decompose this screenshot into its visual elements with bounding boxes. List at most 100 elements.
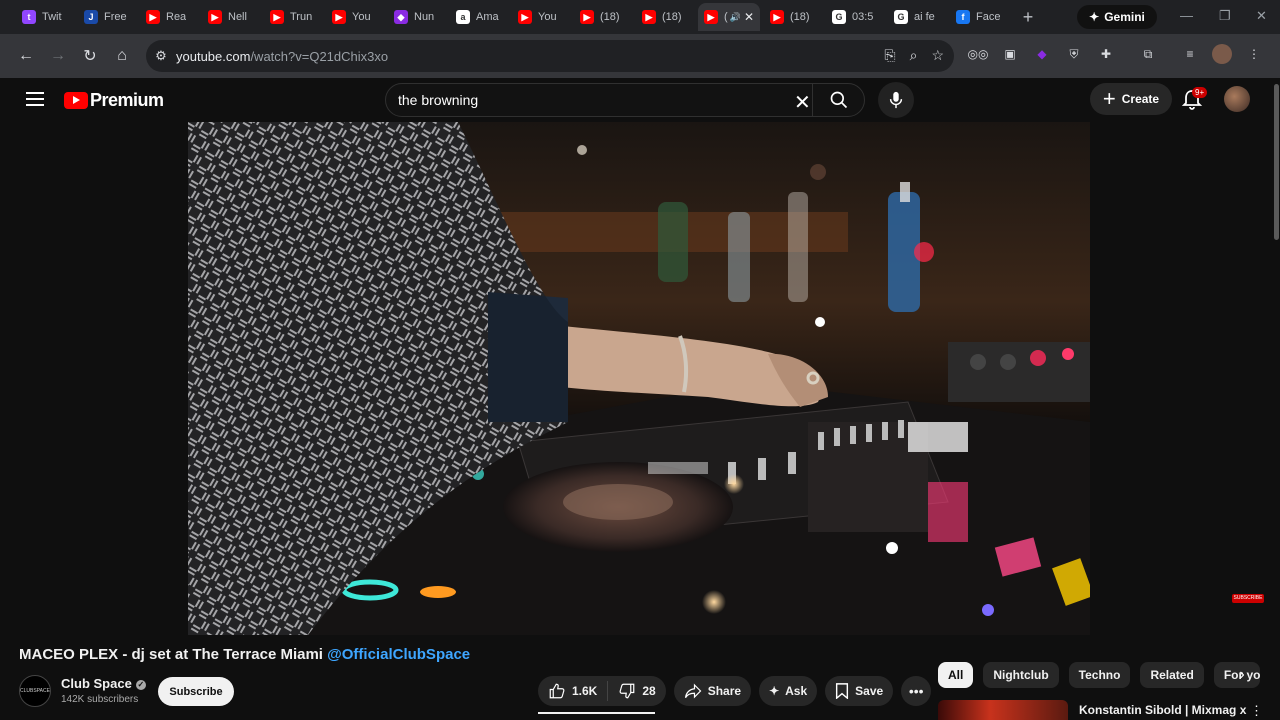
- browser-tab[interactable]: ▶ You: [512, 3, 570, 31]
- youtube-masthead: Premium ✕ + Create 9+: [0, 78, 1280, 122]
- recommended-video-thumbnail[interactable]: [938, 700, 1068, 720]
- create-label: Create: [1121, 92, 1160, 106]
- purple-extension-icon[interactable]: ◆: [1032, 44, 1052, 64]
- puzzle-extensions-icon[interactable]: ✚: [1096, 44, 1116, 64]
- tab-title: Ama: [476, 11, 499, 23]
- dislike-button[interactable]: 28: [608, 676, 665, 706]
- page-scrollbar[interactable]: [1274, 84, 1279, 240]
- camera-extension-icon[interactable]: ▣: [1000, 44, 1020, 64]
- ask-label: Ask: [785, 684, 808, 698]
- channel-name-link[interactable]: Club Space ✓: [61, 676, 146, 691]
- browser-tab[interactable]: ▶ You: [326, 3, 384, 31]
- restore-icon[interactable]: ❐: [1219, 8, 1231, 24]
- filter-chip[interactable]: All: [938, 662, 974, 688]
- hamburger-menu-icon[interactable]: [26, 92, 44, 110]
- shield-extension-icon[interactable]: ⛨: [1064, 44, 1084, 64]
- recommended-video-title[interactable]: Konstantin Sibold | Mixmag x: [1079, 703, 1246, 717]
- facebook-icon: f: [956, 10, 970, 24]
- browser-tab[interactable]: ▶ (18): [764, 3, 822, 31]
- search-button[interactable]: [812, 84, 864, 116]
- tab-title: You: [352, 11, 371, 23]
- browser-tab[interactable]: t Twit: [16, 3, 74, 31]
- tab-title: Rea: [166, 11, 187, 23]
- close-tab-icon[interactable]: ✕: [744, 10, 754, 24]
- media-control-icon[interactable]: ≡: [1180, 44, 1200, 64]
- share-button[interactable]: Share: [673, 676, 752, 706]
- filter-chips: All Nightclub Techno Related For yo: [938, 662, 1260, 688]
- youtube-icon: ▶: [146, 10, 160, 24]
- youtube-premium-logo[interactable]: Premium: [64, 90, 164, 111]
- chevron-right-icon[interactable]: ›: [1232, 664, 1252, 686]
- install-app-icon[interactable]: ⎘: [884, 47, 895, 64]
- filter-chip[interactable]: Techno: [1068, 662, 1131, 688]
- back-arrow-icon[interactable]: ←: [10, 40, 42, 72]
- video-player[interactable]: [188, 122, 1090, 635]
- recommended-more-icon[interactable]: ⋮: [1250, 703, 1263, 719]
- filter-chip[interactable]: Nightclub: [983, 662, 1059, 688]
- browser-tab[interactable]: ▶ (🔊 ✕: [698, 3, 760, 31]
- channel-handle-link[interactable]: @OfficialClubSpace: [327, 646, 470, 663]
- like-progress-indicator: [538, 712, 655, 714]
- browser-tab[interactable]: ▶ Trun: [264, 3, 322, 31]
- address-bar[interactable]: ⚙ youtube.com/watch?v=Q21dChix3xo ⎘ ⌕ ☆: [146, 40, 954, 72]
- subscribe-watermark[interactable]: SUBSCRIBE: [1232, 594, 1264, 603]
- create-button[interactable]: + Create: [1090, 83, 1172, 115]
- account-avatar[interactable]: [1224, 86, 1250, 112]
- tab-title: (18): [600, 11, 620, 23]
- like-count: 1.6K: [572, 684, 598, 698]
- close-window-icon[interactable]: ✕: [1256, 8, 1267, 24]
- minimize-icon[interactable]: —: [1180, 8, 1193, 23]
- filter-chip[interactable]: Related: [1140, 662, 1204, 688]
- gemini-icon: ✦: [1089, 10, 1100, 24]
- google-icon: G: [894, 10, 908, 24]
- youtube-icon: ▶: [704, 10, 718, 24]
- forward-arrow-icon[interactable]: →: [42, 40, 74, 72]
- tab-title: Nun: [414, 11, 435, 23]
- browser-tab[interactable]: J Free: [78, 3, 136, 31]
- amazon-icon: a: [456, 10, 470, 24]
- browser-tab[interactable]: ▶ (18): [574, 3, 632, 31]
- sparkle-icon: ✦: [769, 684, 780, 698]
- glasses-extension-icon[interactable]: ◎◎: [968, 44, 989, 64]
- search-input[interactable]: [386, 92, 776, 108]
- subscriber-count: 142K subscribers: [61, 694, 139, 705]
- google-icon: G: [832, 10, 846, 24]
- like-button[interactable]: 1.6K: [538, 676, 607, 706]
- reload-icon[interactable]: ↻: [74, 40, 106, 72]
- gemini-button[interactable]: ✦ Gemini: [1077, 5, 1157, 29]
- browser-tab[interactable]: ◆ Nun: [388, 3, 446, 31]
- youtube-icon: ▶: [270, 10, 284, 24]
- profile-avatar-icon[interactable]: [1212, 44, 1232, 64]
- subscribe-button[interactable]: Subscribe: [158, 677, 234, 706]
- bookmark-star-icon[interactable]: ☆: [931, 47, 944, 64]
- ask-button[interactable]: ✦ Ask: [759, 676, 818, 706]
- more-actions-icon[interactable]: •••: [901, 676, 932, 706]
- new-tab-icon[interactable]: +: [1016, 5, 1040, 29]
- browser-menu-icon[interactable]: ⋮: [1244, 44, 1264, 64]
- voice-search-button[interactable]: [878, 82, 914, 118]
- site-info-icon[interactable]: ⚙: [146, 48, 176, 64]
- browser-tab[interactable]: G 03:5: [826, 3, 884, 31]
- j-icon: J: [84, 10, 98, 24]
- browser-tab[interactable]: Gai fe: [888, 3, 946, 31]
- save-button[interactable]: Save: [825, 676, 894, 706]
- microphone-icon: [889, 91, 903, 109]
- channel-avatar[interactable]: CLUBSPACE: [19, 675, 51, 707]
- home-icon[interactable]: ⌂: [106, 40, 138, 72]
- browser-tab[interactable]: ▶ Nell: [202, 3, 260, 31]
- browser-tab[interactable]: ▶ (18): [636, 3, 694, 31]
- verified-badge-icon: ✓: [135, 679, 146, 690]
- channel-avatar-text: CLUBSPACE: [20, 688, 50, 694]
- tab-title: Free: [104, 11, 127, 23]
- browser-tab[interactable]: f Face: [950, 3, 1008, 31]
- browser-tab[interactable]: ▶ Rea: [140, 3, 198, 31]
- tab-title: Face: [976, 11, 1001, 23]
- zoom-icon[interactable]: ⌕: [910, 47, 918, 64]
- clear-search-icon[interactable]: ✕: [794, 90, 811, 115]
- youtube-icon: ▶: [770, 10, 784, 24]
- side-panel-search-icon[interactable]: ⧉: [1138, 44, 1158, 64]
- browser-tab[interactable]: a Ama: [450, 3, 508, 31]
- tab-title: Nell: [228, 11, 247, 23]
- speaker-icon[interactable]: 🔊: [730, 12, 741, 23]
- youtube-icon: ▶: [208, 10, 222, 24]
